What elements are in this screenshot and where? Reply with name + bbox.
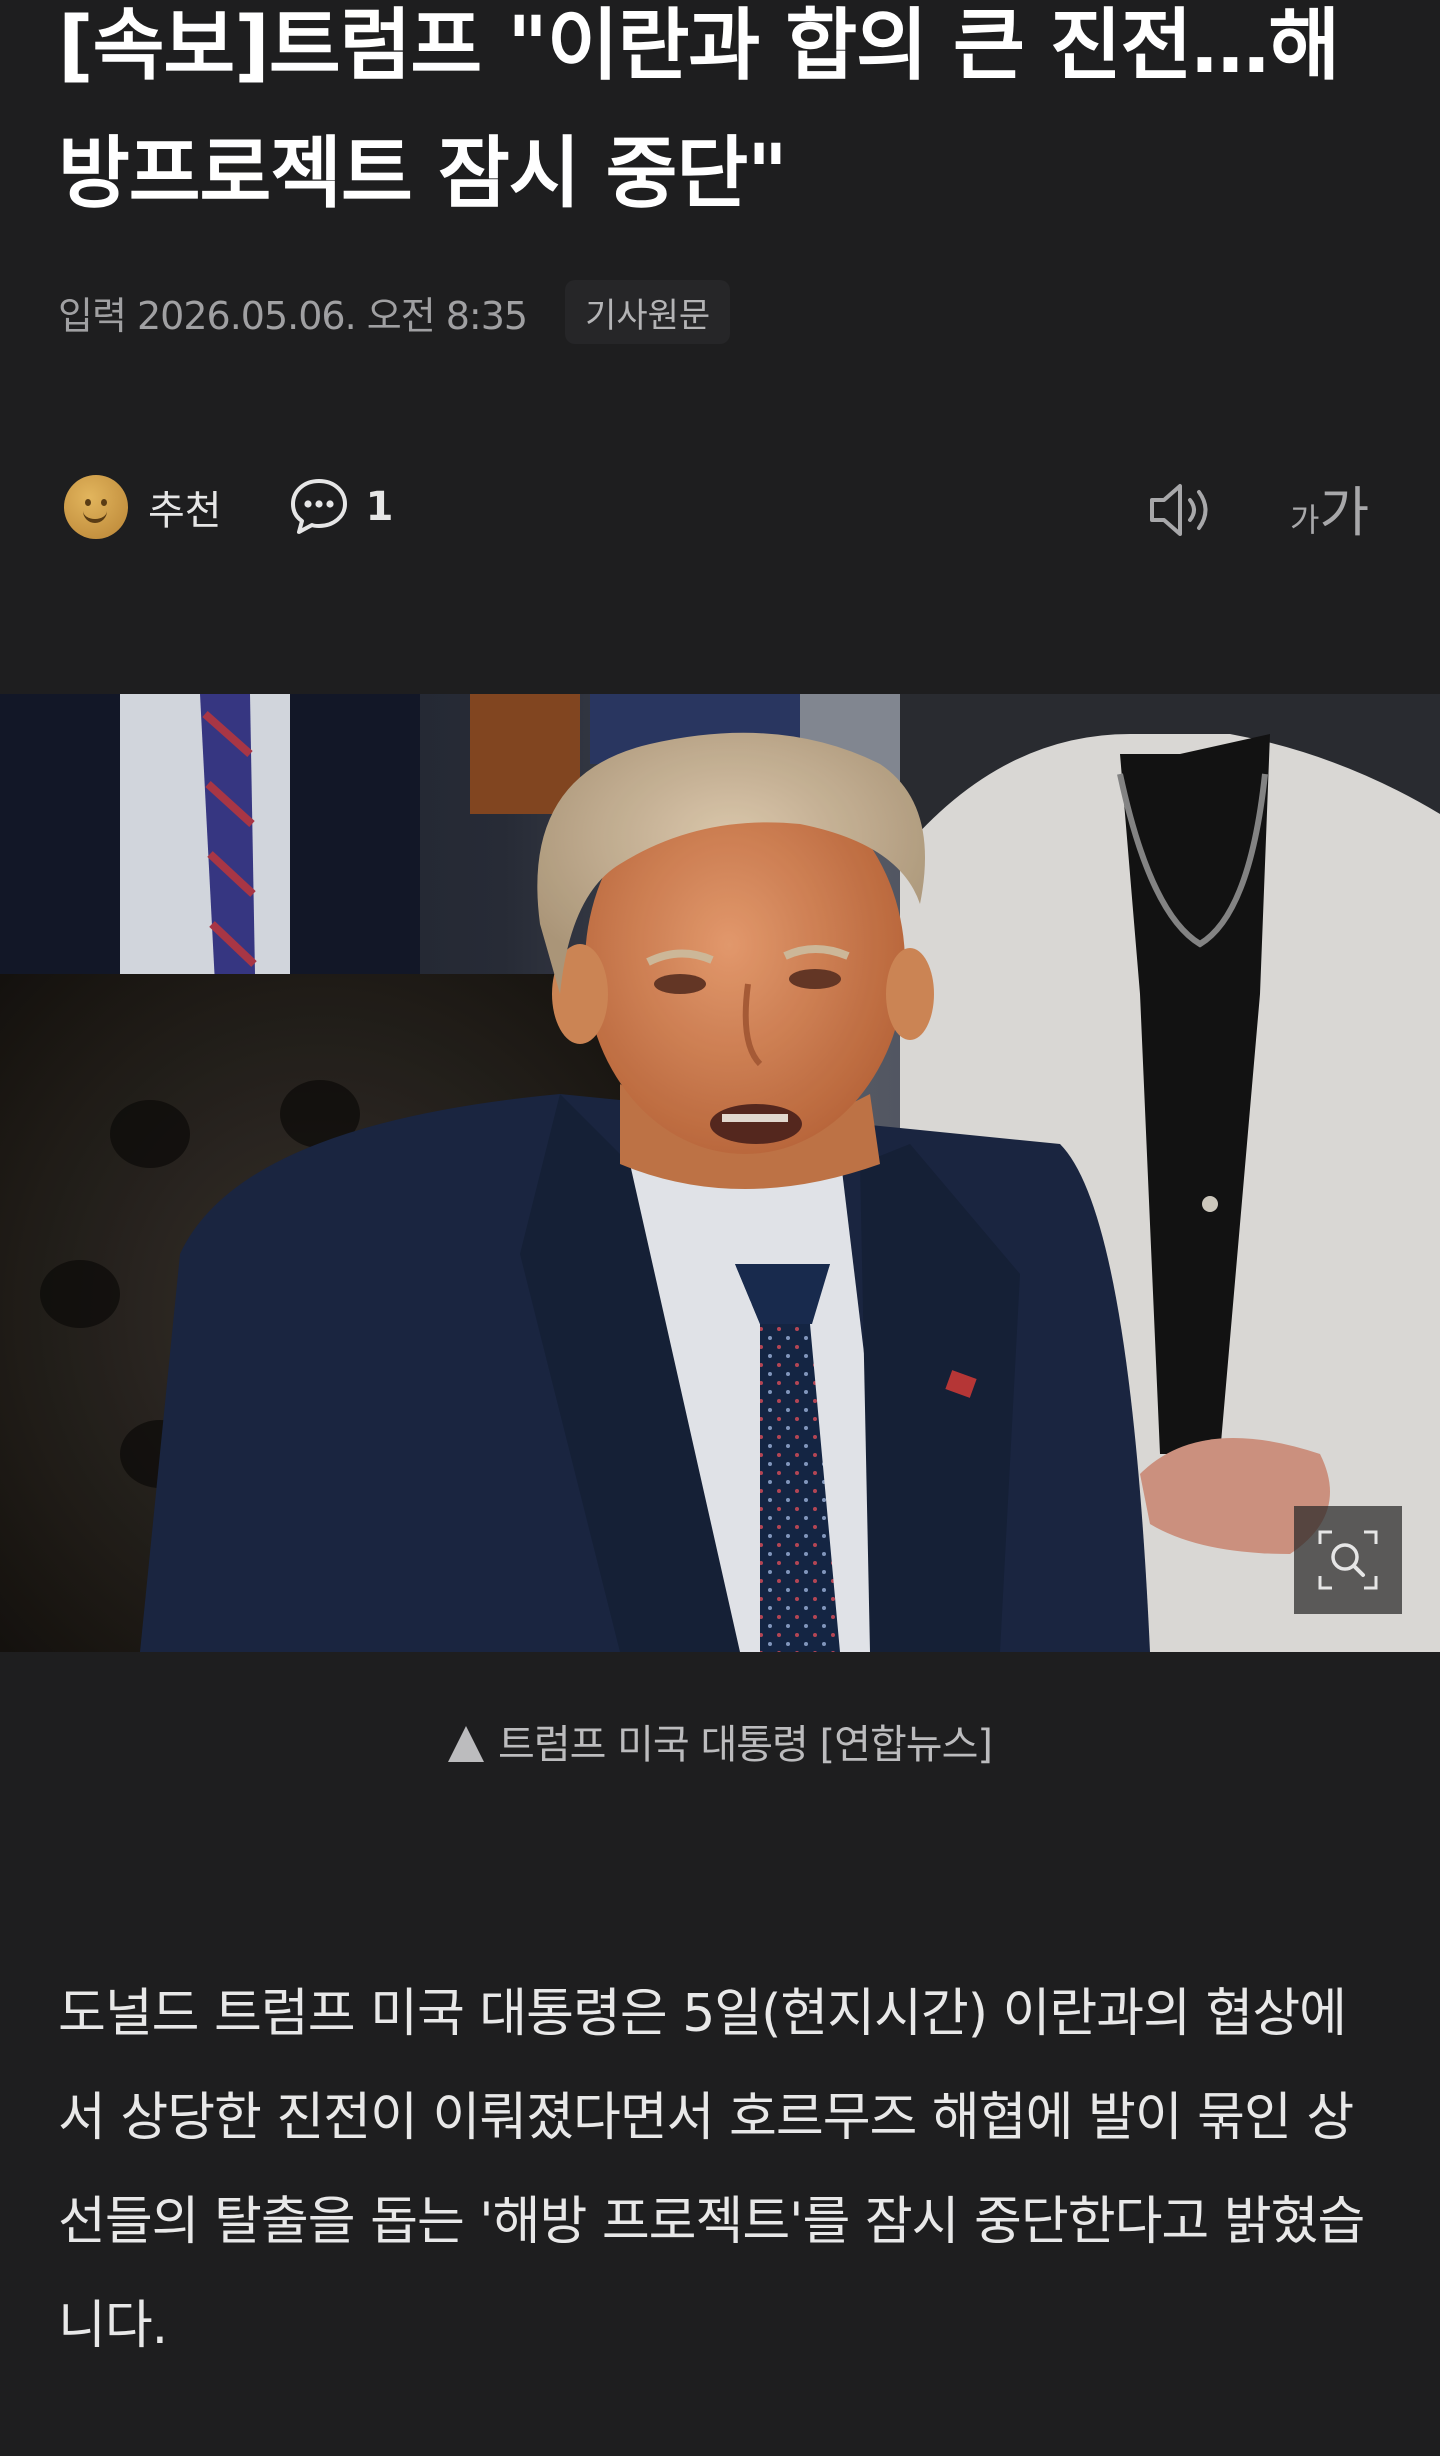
photo-caption-text: 트럼프 미국 대통령 [연합뉴스] [498,1722,993,1768]
article-body: 도널드 트럼프 미국 대통령은 5일(현지시간) 이란과의 협상에서 상당한 진… [58,1984,1365,2356]
font-size-small-label: 가 [1290,501,1320,539]
article-headline: [속보]트럼프 "이란과 합의 큰 진전…해 방프로젝트 잠시 중단" [58,1,1340,219]
photo-caption: 트럼프 미국 대통령 [연합뉴스] [0,1712,1440,1770]
article-photo[interactable] [0,694,1440,1652]
caption-triangle-icon [448,1726,485,1762]
font-size-button[interactable]: 가 가 [1290,470,1369,540]
photo-illustration [0,694,1440,1652]
reaction-bar: 추천 1 [64,472,393,542]
original-article-button[interactable]: 기사원문 [565,280,731,344]
listen-button[interactable] [1146,480,1218,544]
article-meta: 입력 2026.05.06. 오전 8:35 기사원문 [58,280,731,344]
font-size-large-label: 가 [1319,481,1370,544]
speaker-icon [1150,484,1208,536]
zoom-magnifier-icon [1318,1530,1378,1590]
like-button[interactable]: 추천 [64,475,222,539]
photo-zoom-button[interactable] [1294,1506,1402,1614]
speech-bubble-icon [290,479,347,534]
comment-button[interactable]: 1 [288,477,394,537]
smile-emoji-icon [64,475,128,539]
published-date: 입력 2026.05.06. 오전 8:35 [58,293,528,338]
like-label: 추천 [148,488,222,534]
comment-count: 1 [365,484,394,530]
